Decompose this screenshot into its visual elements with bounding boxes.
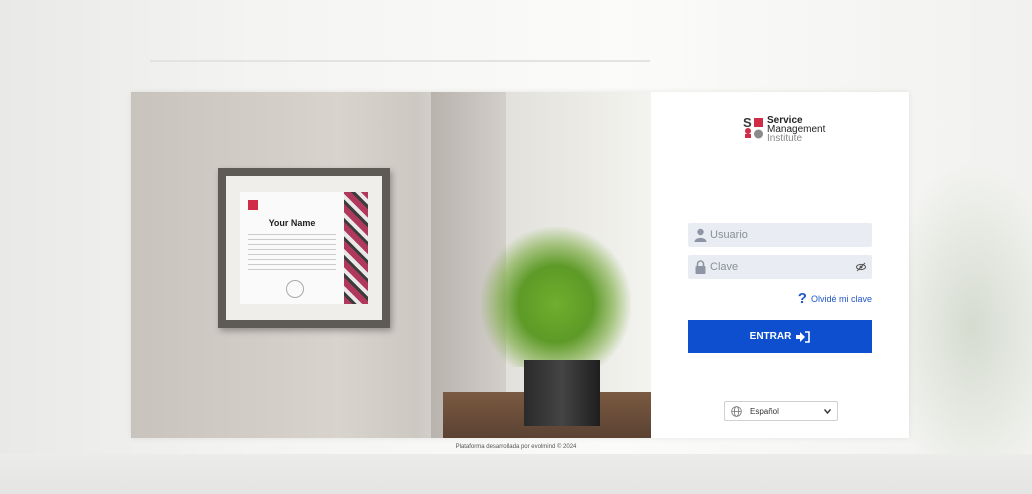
- plant-leaves: [481, 227, 631, 367]
- username-input[interactable]: [710, 223, 860, 247]
- logo-mark-icon: S: [743, 116, 763, 139]
- language-select[interactable]: Español: [724, 401, 838, 421]
- login-card: Your Name S Service Management Institute…: [131, 92, 909, 438]
- certificate-seal: [286, 280, 304, 298]
- hero-photo: Your Name: [131, 92, 651, 438]
- question-icon: ?: [797, 290, 807, 307]
- user-icon: [694, 228, 707, 242]
- certificate-frame: Your Name: [218, 168, 390, 328]
- login-button-label: ENTRAR: [749, 331, 792, 342]
- username-field[interactable]: [688, 223, 872, 247]
- forgot-password-link[interactable]: ? Olvidé mi clave: [797, 290, 872, 307]
- lock-icon: [695, 260, 706, 274]
- svg-text:S: S: [743, 116, 752, 130]
- brand-logo: S Service Management Institute: [743, 116, 843, 144]
- login-panel: S Service Management Institute Usuario ?…: [651, 92, 909, 438]
- eye-icon[interactable]: [856, 262, 866, 272]
- plant-pot: [524, 360, 600, 426]
- password-input[interactable]: [710, 255, 860, 279]
- brand-line-3: Institute: [767, 133, 803, 144]
- sign-in-icon: [796, 330, 811, 343]
- footer-credit: Plataforma desarrollada por evolmind © 2…: [455, 444, 577, 450]
- certificate: Your Name: [240, 192, 368, 304]
- background-floor: [0, 454, 1032, 494]
- language-selected: Español: [750, 406, 779, 416]
- password-field[interactable]: [688, 255, 872, 279]
- login-button[interactable]: ENTRAR: [688, 320, 872, 353]
- certificate-pattern: [344, 192, 368, 304]
- globe-icon: [731, 405, 742, 417]
- forgot-password-label: Olvidé mi clave: [810, 294, 872, 304]
- chevron-down-icon: [824, 408, 831, 414]
- certificate-name: Your Name: [268, 218, 316, 228]
- certificate-logo: [248, 200, 258, 210]
